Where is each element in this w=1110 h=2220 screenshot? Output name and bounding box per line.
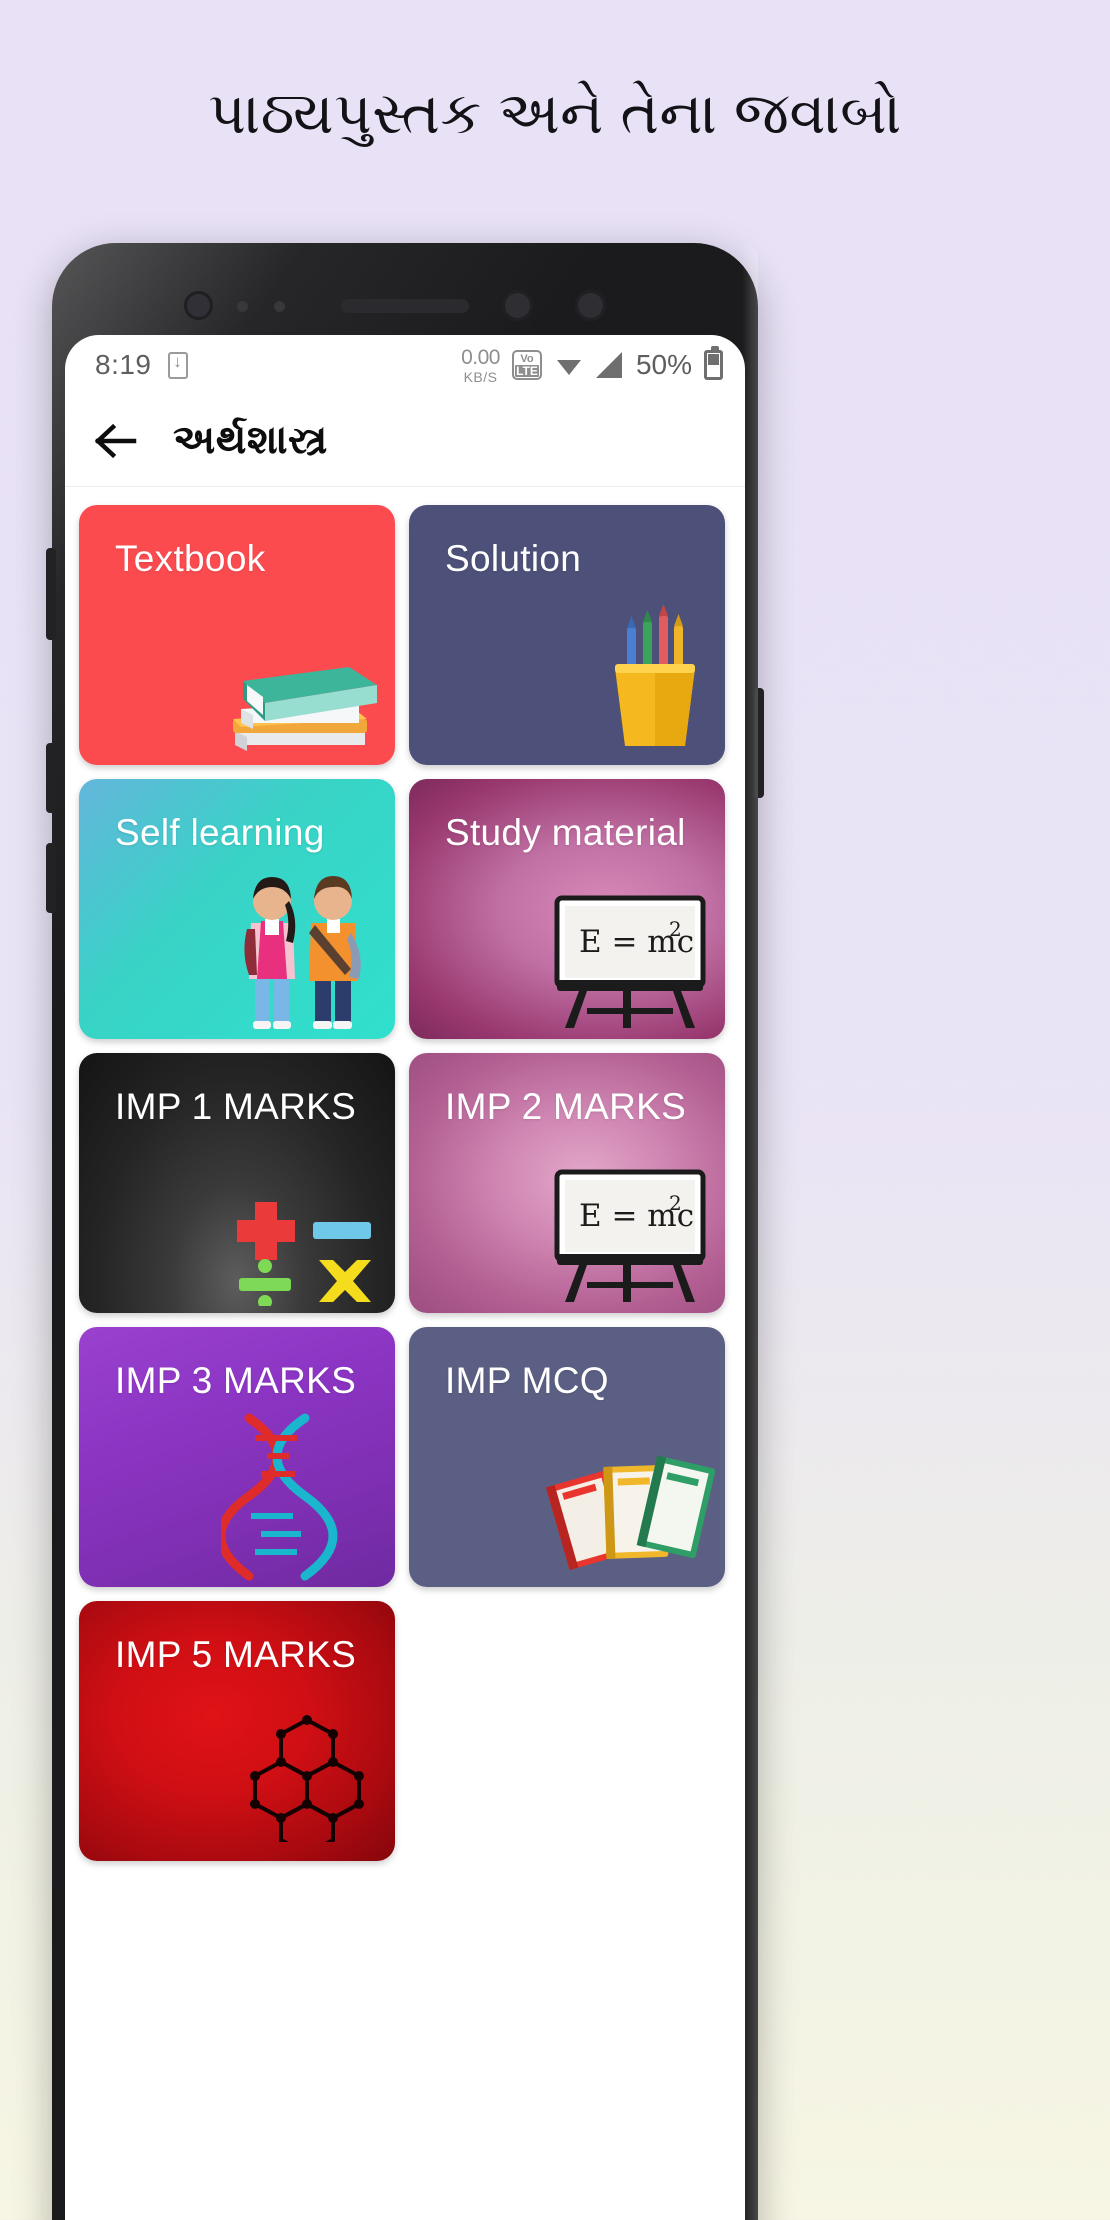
- card-textbook[interactable]: Textbook: [79, 505, 395, 765]
- category-grid: Textbook Solution Self learning Study ma…: [65, 487, 745, 1861]
- card-imp-2-marks[interactable]: IMP 2 MARKS E = mc 2: [409, 1053, 725, 1313]
- volte-icon: Vo LTE: [511, 350, 542, 380]
- svg-text:E = mc: E = mc: [579, 1198, 694, 1234]
- pencil-cup-icon: [567, 598, 717, 763]
- card-label: Solution: [445, 538, 582, 579]
- sensor-dot-icon: [152, 302, 161, 311]
- earpiece-speaker-icon: [341, 299, 469, 313]
- card-imp-mcq[interactable]: IMP MCQ: [409, 1327, 725, 1587]
- two-students-icon: [219, 857, 387, 1037]
- phone-mockup: 8:19 0.00 KB/S Vo LTE 50%: [46, 243, 764, 2220]
- card-self-learning[interactable]: Self learning: [79, 779, 395, 1039]
- page-title: અર્થશાસ્ત્ર: [173, 418, 328, 462]
- front-camera-tertiary-icon: [575, 290, 606, 321]
- light-sensor-icon: [274, 301, 285, 312]
- back-arrow-icon[interactable]: [93, 418, 139, 464]
- card-label: IMP 3 MARKS: [115, 1360, 357, 1401]
- volte-top-label: Vo: [520, 352, 534, 365]
- battery-percent: 50%: [635, 349, 692, 380]
- front-camera-secondary-icon: [502, 290, 533, 321]
- data-rate-value: 0.00: [461, 345, 500, 369]
- app-bar: અર્થશાસ્ત્ર: [65, 395, 745, 487]
- card-imp-1-marks[interactable]: IMP 1 MARKS: [79, 1053, 395, 1313]
- card-label: Self learning: [115, 812, 325, 853]
- card-imp-5-marks[interactable]: IMP 5 MARKS: [79, 1601, 395, 1861]
- card-solution[interactable]: Solution: [409, 505, 725, 765]
- card-label: IMP 1 MARKS: [115, 1086, 357, 1127]
- status-time: 8:19: [95, 349, 152, 380]
- card-label: Textbook: [115, 538, 266, 579]
- volume-down-button[interactable]: [46, 743, 56, 813]
- status-bar-left: 8:19: [95, 348, 188, 381]
- front-camera-icon: [184, 291, 213, 320]
- proximity-sensor-icon: [237, 301, 248, 312]
- power-button[interactable]: [754, 688, 764, 798]
- math-symbols-icon: [227, 1186, 387, 1311]
- blackboard-emc2-icon: E = mc 2: [539, 1164, 717, 1311]
- assistant-button[interactable]: [46, 843, 56, 913]
- data-rate-unit: KB/S: [463, 368, 498, 385]
- volte-bottom-label: LTE: [515, 363, 539, 378]
- card-study-material[interactable]: Study material E = mc 2: [409, 779, 725, 1039]
- promo-title: પાઠ્યપુસ્તક અને તેના જવાબો: [208, 81, 902, 146]
- dna-helix-icon: [216, 1412, 339, 1587]
- svg-text:2: 2: [669, 1191, 682, 1215]
- stacked-books-icon: [207, 623, 387, 763]
- card-label: IMP 5 MARKS: [115, 1634, 357, 1675]
- notebooks-icon: [541, 1450, 717, 1585]
- volume-up-button[interactable]: [46, 548, 56, 640]
- download-phone-icon: [167, 348, 188, 379]
- svg-text:2: 2: [669, 917, 682, 941]
- svg-text:E = mc: E = mc: [579, 924, 694, 960]
- wifi-icon: [554, 353, 584, 377]
- data-rate-indicator: 0.00 KB/S: [461, 347, 500, 384]
- card-imp-3-marks[interactable]: IMP 3 MARKS: [79, 1327, 395, 1587]
- card-label: IMP MCQ: [445, 1360, 609, 1401]
- card-label: Study material: [445, 812, 686, 853]
- status-bar-right: 0.00 KB/S Vo LTE 50%: [461, 346, 723, 384]
- status-bar: 8:19 0.00 KB/S Vo LTE 50%: [65, 335, 745, 395]
- phone-screen: 8:19 0.00 KB/S Vo LTE 50%: [65, 335, 745, 2220]
- battery-icon: [704, 346, 723, 380]
- blackboard-emc2-icon: E = mc 2: [539, 890, 717, 1037]
- signal-bars-icon: [595, 352, 622, 378]
- card-label: IMP 2 MARKS: [445, 1086, 687, 1127]
- phone-sensor-row: [52, 285, 758, 327]
- molecule-hexagon-icon: [237, 1712, 377, 1857]
